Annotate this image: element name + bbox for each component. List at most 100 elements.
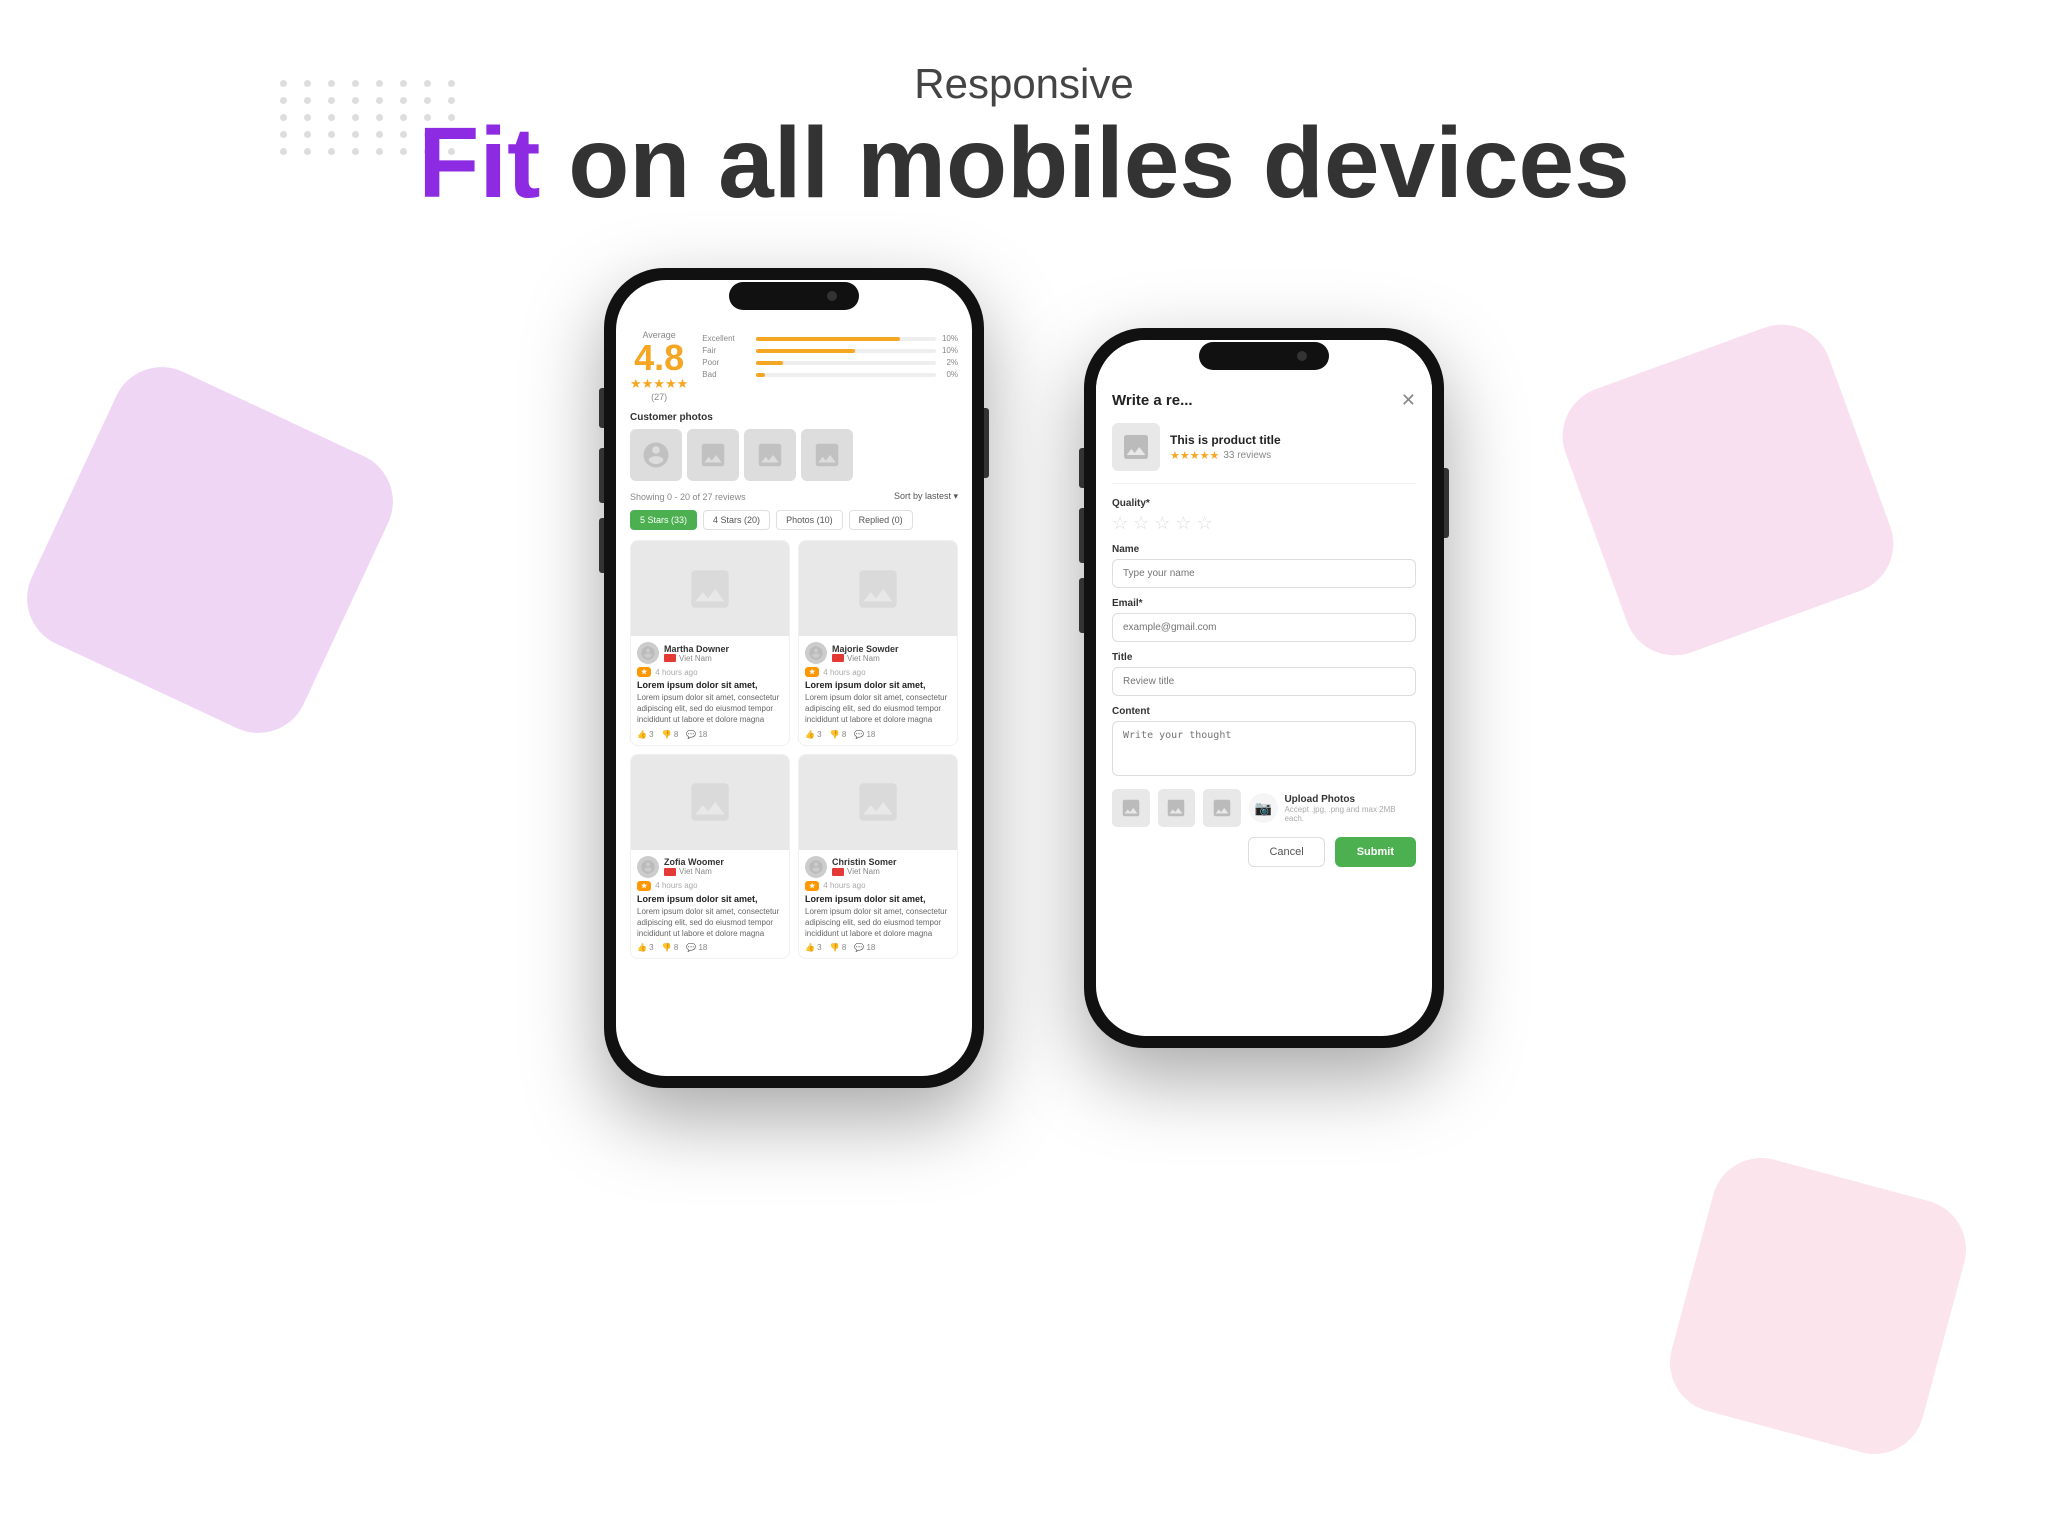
product-thumbnail <box>1112 423 1160 471</box>
star-5[interactable]: ☆ <box>1197 513 1213 534</box>
review-card: Martha Downer Viet Nam ★ 4 hours ago Lor… <box>630 540 790 746</box>
notch-camera-left <box>827 291 837 301</box>
like-btn-3[interactable]: 👍 3 <box>805 943 822 952</box>
volume-down-left <box>599 518 604 573</box>
review-text-3: Lorem ipsum dolor sit amet, consectetur … <box>805 906 951 940</box>
photo-thumb-2 <box>687 429 739 481</box>
review-title-2: Lorem ipsum dolor sit amet, <box>637 894 783 904</box>
content-textarea[interactable] <box>1112 721 1416 776</box>
reviewer-info-1: Majorie Sowder Viet Nam <box>832 644 899 663</box>
review-card: Zofia Woomer Viet Nam ★ 4 hours ago Lore… <box>630 754 790 960</box>
comment-btn-0[interactable]: 💬 18 <box>686 730 707 739</box>
sort-button[interactable]: Sort by lastest ▾ <box>894 491 958 502</box>
dislike-btn-3[interactable]: 👎 8 <box>830 943 847 952</box>
filter-tab[interactable]: Photos (10) <box>776 510 843 530</box>
bar-fill <box>756 373 765 377</box>
flag-icon-0 <box>664 654 676 662</box>
cancel-button[interactable]: Cancel <box>1248 837 1324 867</box>
name-input[interactable] <box>1112 559 1416 588</box>
bar-label: Bad <box>702 370 752 379</box>
quality-group: Quality* ☆ ☆ ☆ ☆ ☆ <box>1112 498 1416 534</box>
bar-fill <box>756 349 855 353</box>
name-group: Name <box>1112 544 1416 588</box>
like-btn-1[interactable]: 👍 3 <box>805 730 822 739</box>
phone-right: Write a re... ✕ This is product title ★★… <box>1084 328 1444 1048</box>
customer-photos-title: Customer photos <box>630 412 958 423</box>
like-btn-2[interactable]: 👍 3 <box>637 943 654 952</box>
comment-btn-3[interactable]: 💬 18 <box>854 943 875 952</box>
review-image-1 <box>799 541 957 636</box>
rating-time-row-2: ★ 4 hours ago <box>637 881 783 891</box>
review-text-2: Lorem ipsum dolor sit amet, consectetur … <box>637 906 783 940</box>
showing-sort-row: Showing 0 - 20 of 27 reviews Sort by las… <box>630 491 958 502</box>
mute-button-right <box>1079 448 1084 488</box>
reviewer-row-2: Zofia Woomer Viet Nam <box>637 856 783 878</box>
uploaded-photo-2 <box>1158 789 1196 827</box>
rating-time-row-1: ★ 4 hours ago <box>805 667 951 677</box>
dislike-btn-0[interactable]: 👎 8 <box>662 730 679 739</box>
reviewer-info-0: Martha Downer Viet Nam <box>664 644 729 663</box>
upload-button-area[interactable]: 📷 Upload Photos Accept .jpg, .png and ma… <box>1249 793 1416 823</box>
time-text-0: 4 hours ago <box>655 668 697 677</box>
review-body-0: Martha Downer Viet Nam ★ 4 hours ago Lor… <box>631 636 789 745</box>
rating-bar-row: Poor 2% <box>702 358 958 367</box>
filter-tab[interactable]: 4 Stars (20) <box>703 510 770 530</box>
time-text-2: 4 hours ago <box>655 881 697 890</box>
header-fit-word: Fit <box>418 107 540 219</box>
email-group: Email* <box>1112 598 1416 642</box>
reviewer-row-1: Majorie Sowder Viet Nam <box>805 642 951 664</box>
quality-star-rating[interactable]: ☆ ☆ ☆ ☆ ☆ <box>1112 513 1416 534</box>
email-input[interactable] <box>1112 613 1416 642</box>
reviewer-country-1: Viet Nam <box>832 654 899 663</box>
decoration-shape-right-bottom <box>1659 1147 1977 1465</box>
star-4[interactable]: ☆ <box>1175 513 1191 534</box>
right-screen: Write a re... ✕ This is product title ★★… <box>1096 340 1432 1036</box>
bar-label: Fair <box>702 346 752 355</box>
form-actions: Cancel Submit <box>1112 837 1416 867</box>
product-title: This is product title <box>1170 433 1281 447</box>
close-button[interactable]: ✕ <box>1401 390 1416 411</box>
dislike-btn-1[interactable]: 👎 8 <box>830 730 847 739</box>
submit-button[interactable]: Submit <box>1335 837 1416 867</box>
star-1[interactable]: ☆ <box>1112 513 1128 534</box>
product-stars: ★★★★★ <box>1170 449 1219 462</box>
rating-bar-row: Fair 10% <box>702 346 958 355</box>
review-grid: Martha Downer Viet Nam ★ 4 hours ago Lor… <box>630 540 958 959</box>
filter-tab[interactable]: 5 Stars (33) <box>630 510 697 530</box>
filter-tab[interactable]: Replied (0) <box>849 510 913 530</box>
camera-icon: 📷 <box>1249 793 1279 823</box>
product-meta: ★★★★★ 33 reviews <box>1170 449 1281 462</box>
average-count: (27) <box>630 392 688 402</box>
bar-percent: 0% <box>940 370 958 379</box>
review-text-1: Lorem ipsum dolor sit amet, consectetur … <box>805 692 951 726</box>
reviewer-name-2: Zofia Woomer <box>664 857 724 867</box>
review-image-2 <box>631 755 789 850</box>
upload-text: Upload Photos Accept .jpg, .png and max … <box>1284 794 1416 823</box>
flag-icon-3 <box>832 868 844 876</box>
star-badge-3: ★ <box>805 881 819 891</box>
dislike-btn-2[interactable]: 👎 8 <box>662 943 679 952</box>
like-btn-0[interactable]: 👍 3 <box>637 730 654 739</box>
star-2[interactable]: ☆ <box>1133 513 1149 534</box>
title-input[interactable] <box>1112 667 1416 696</box>
reaction-row-2: 👍 3 👎 8 💬 18 <box>637 943 783 952</box>
bar-percent: 10% <box>940 334 958 343</box>
reviewer-country-0: Viet Nam <box>664 654 729 663</box>
volume-down-right <box>1079 578 1084 633</box>
bar-label: Excellent <box>702 334 752 343</box>
review-title-1: Lorem ipsum dolor sit amet, <box>805 680 951 690</box>
bar-label: Poor <box>702 358 752 367</box>
rating-bars: Excellent 10% Fair 10% Poor 2% Bad 0% <box>702 330 958 382</box>
country-text-3: Viet Nam <box>847 867 880 876</box>
star-3[interactable]: ☆ <box>1154 513 1170 534</box>
review-card: Majorie Sowder Viet Nam ★ 4 hours ago Lo… <box>798 540 958 746</box>
comment-btn-2[interactable]: 💬 18 <box>686 943 707 952</box>
header-responsive-label: Responsive <box>0 60 2048 108</box>
comment-btn-1[interactable]: 💬 18 <box>854 730 875 739</box>
average-block: Average 4.8 ★★★★★ (27) <box>630 330 688 402</box>
photo-thumb-1 <box>630 429 682 481</box>
product-row: This is product title ★★★★★ 33 reviews <box>1112 423 1416 484</box>
upload-hint: Accept .jpg, .png and max 2MB each. <box>1284 805 1416 823</box>
reviewer-name-1: Majorie Sowder <box>832 644 899 654</box>
name-label: Name <box>1112 544 1416 555</box>
